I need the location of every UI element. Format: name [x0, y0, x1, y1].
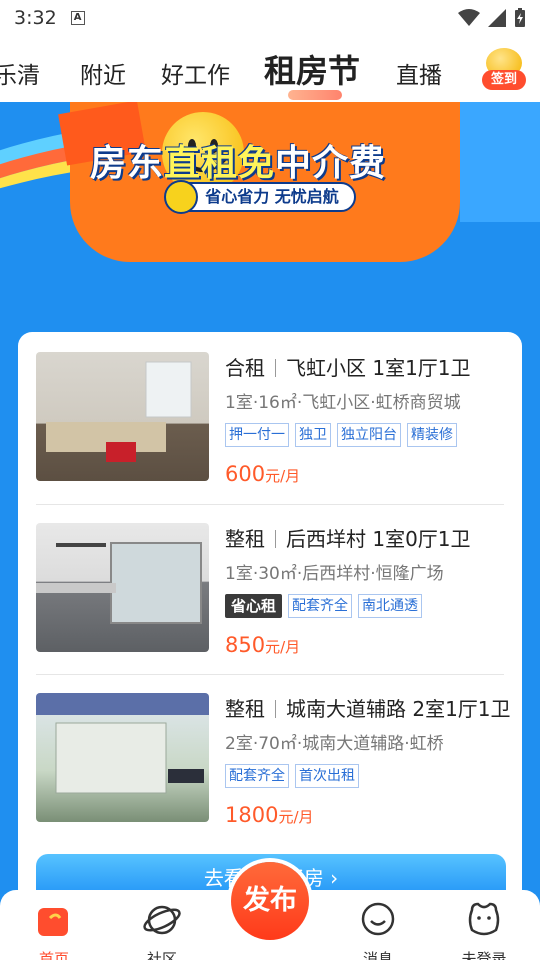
message-icon [361, 902, 395, 936]
sign-in-label: 签到 [482, 70, 526, 90]
listing-meta: 1室·16㎡·飞虹小区·虹桥商贸城 [225, 393, 461, 413]
status-icons [458, 8, 526, 28]
chevron-right-icon: › [330, 866, 339, 890]
banner-subline: 省心省力 无忧启航 [164, 180, 356, 214]
banner-person-shirt-blue [460, 102, 540, 222]
listing-tags: 配套齐全 首次出租 [225, 764, 359, 788]
listing-tag: 配套齐全 [225, 764, 289, 788]
tab-nearby[interactable]: 附近 [80, 56, 126, 90]
listing-photo [36, 523, 209, 652]
listing-price: 600元/月 [225, 462, 301, 486]
listing-title: 整租 城南大道辅路 2室1厅1卫 [225, 697, 511, 721]
listing-tag: 首次出租 [295, 764, 359, 788]
home-icon [38, 908, 68, 936]
nav-profile[interactable]: 未登录 [444, 900, 524, 960]
listing-tag: 独立阳台 [337, 423, 401, 447]
nav-community[interactable]: 社区 [122, 900, 202, 960]
status-bar: 3:32 A [0, 0, 540, 36]
listing-tags: 押一付一 独卫 独立阳台 精装修 [225, 423, 457, 447]
listing-price: 1800元/月 [225, 803, 314, 827]
worry-free-rent-badge: 省心租 [225, 594, 283, 618]
tab-yueqing[interactable]: 乐清 [0, 56, 40, 90]
divider [36, 504, 504, 505]
wifi-icon [458, 9, 480, 26]
listing-price: 850元/月 [225, 633, 301, 657]
publish-button[interactable]: 发布 [231, 862, 309, 940]
sign-in-button[interactable]: 签到 [480, 44, 528, 94]
tab-live[interactable]: 直播 [396, 56, 442, 90]
tab-good-jobs[interactable]: 好工作 [161, 56, 230, 90]
planet-icon [143, 905, 181, 935]
signal-icon [488, 9, 506, 27]
top-tabs: 乐清 附近 好工作 租房节 直播 签到 [0, 36, 540, 102]
profile-icon [468, 902, 500, 936]
nav-home[interactable]: 首页 [14, 900, 94, 960]
listing-meta: 1室·30㎡·后西垟村·恒隆广场 [225, 564, 444, 584]
divider [36, 674, 504, 675]
listing-tag: 押一付一 [225, 423, 289, 447]
listing-title: 整租 后西垟村 1室0厅1卫 [225, 527, 471, 551]
listing-item[interactable]: 合租 飞虹小区 1室1厅1卫 1室·16㎡·飞虹小区·虹桥商贸城 押一付一 独卫 … [36, 352, 504, 502]
listing-item[interactable]: 整租 后西垟村 1室0厅1卫 1室·30㎡·后西垟村·恒隆广场 省心租 配套齐全 … [36, 523, 504, 673]
notification-icon: A [70, 11, 85, 25]
listing-meta: 2室·70㎡·城南大道辅路·虹桥 [225, 734, 444, 754]
banner-headline: 房东直租免中介费 [90, 143, 387, 184]
listing-tag: 精装修 [407, 423, 457, 447]
nav-messages[interactable]: 消息 [338, 900, 418, 960]
listing-tag: 南北通透 [358, 594, 423, 618]
listing-photo [36, 352, 209, 481]
status-time: 3:32 [14, 7, 57, 29]
listing-tag: 配套齐全 [288, 594, 353, 618]
listing-tags: 省心租 配套齐全 南北通透 [225, 594, 423, 618]
listing-tag: 独卫 [295, 423, 331, 447]
listing-title: 合租 飞虹小区 1室1厅1卫 [225, 356, 471, 380]
tab-rent-festival[interactable]: 租房节 [264, 46, 360, 100]
battery-icon [515, 8, 525, 27]
listing-card: 合租 飞虹小区 1室1厅1卫 1室·16㎡·飞虹小区·虹桥商贸城 押一付一 独卫 … [18, 332, 522, 932]
listing-photo [36, 693, 209, 822]
listing-item[interactable]: 整租 城南大道辅路 2室1厅1卫 2室·70㎡·城南大道辅路·虹桥 配套齐全 首次… [36, 693, 511, 843]
